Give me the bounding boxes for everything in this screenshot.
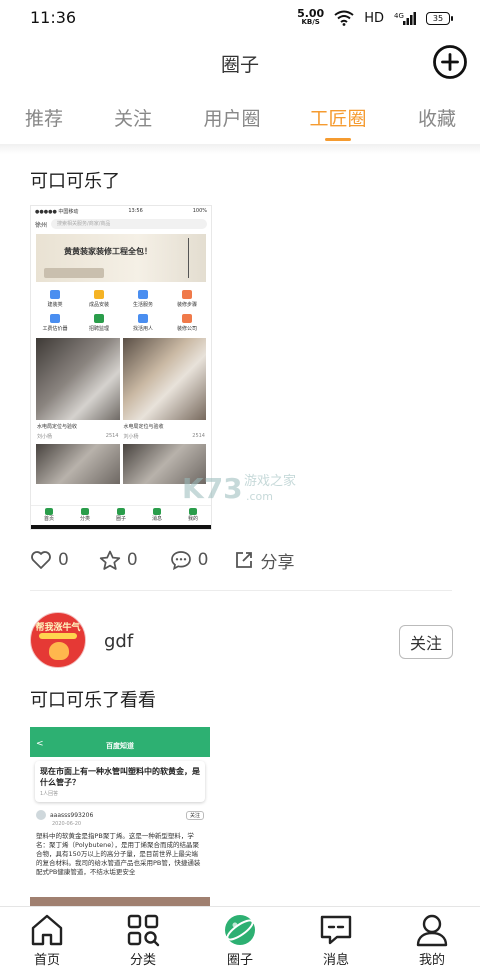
favorite-count: 0: [126, 550, 138, 570]
plus-circle-icon[interactable]: [432, 44, 468, 80]
image-banner: 黄黄装家装修工程全包！: [36, 234, 206, 282]
share-button[interactable]: 分享: [234, 548, 294, 573]
title-bar: 圈子: [0, 40, 480, 84]
wifi-icon: [334, 10, 354, 26]
net-speed: 5.00 KB/S: [297, 7, 325, 26]
home-icon: [31, 914, 63, 946]
image-answer-text: 塑料中的软黄金是指PB聚丁烯。这是一种新型塑料，学名：聚丁烯（Polybuten…: [36, 832, 201, 876]
message-icon: [320, 915, 352, 945]
nav-home[interactable]: 首页: [12, 913, 82, 968]
tab-craftsman-circle[interactable]: 工匠圈: [309, 104, 366, 131]
user-icon: [416, 914, 448, 947]
circle-planet-icon: [225, 915, 255, 945]
svg-text:.com: .com: [246, 490, 273, 503]
image-search-bar: 徐州 搜索相关服务/商家/商品: [31, 216, 211, 232]
comment-button[interactable]: 0: [170, 550, 209, 570]
comment-count: 0: [197, 550, 209, 570]
svg-text:4G: 4G: [394, 12, 404, 20]
status-bar: 11:36 5.00 KB/S HD 4G 35: [0, 0, 480, 36]
signal-icon: 4G: [394, 12, 416, 25]
tab-following[interactable]: 关注: [114, 104, 152, 131]
active-tab-indicator: [325, 138, 351, 141]
image-cards: 水电局定位与验收 刘小杨 2514 水电局定位与验收 刘小杨 2514: [31, 332, 211, 440]
post-text: 可口可乐了看看: [30, 690, 156, 711]
image-app-header: < 百度知道: [30, 727, 210, 757]
nav-profile[interactable]: 我的: [397, 913, 467, 968]
post-text: 可口可乐了: [30, 171, 120, 192]
share-label: 分享: [260, 552, 295, 573]
status-icons: 5.00 KB/S HD 4G 35: [297, 7, 453, 28]
nav-messages[interactable]: 消息: [301, 913, 371, 968]
tab-favorites[interactable]: 收藏: [418, 104, 456, 131]
image-category-grid: 建装类 成品安装 生活服务 装修步骤 工费估价器 招聘监理 找活用人 装修公司: [31, 284, 211, 332]
like-count: 0: [58, 550, 69, 570]
star-icon: [99, 550, 120, 570]
like-button[interactable]: 0: [30, 550, 69, 570]
bottom-nav: 首页 分类 圈子 消息 我的: [0, 906, 480, 975]
circle-tabs: 推荐 关注 用户圈 工匠圈 收藏: [0, 96, 480, 144]
post-image[interactable]: < 百度知道 现在市面上有一种水管叫塑料中的软黄金，是什么管子？ 1人回答 aa…: [30, 727, 210, 907]
tabs-divider: [0, 144, 480, 154]
category-icon: [127, 914, 160, 947]
page-title: 圈子: [220, 54, 259, 76]
heart-icon: [31, 551, 51, 569]
watermark-logo: K73 游戏之家 .com: [182, 472, 296, 505]
nav-category[interactable]: 分类: [108, 913, 178, 968]
network-type-label: HD: [364, 10, 384, 26]
share-icon: [236, 552, 253, 568]
tab-recommend[interactable]: 推荐: [25, 104, 63, 131]
comment-icon: [170, 551, 191, 570]
follow-button[interactable]: 关注: [399, 625, 453, 659]
image-status-bar: ●●●●● 中国移动 13:56 100%: [35, 208, 207, 215]
avatar[interactable]: 帮我涨牛气: [30, 612, 86, 668]
post-actions: 0 0 0 分享: [30, 546, 294, 574]
nav-circle[interactable]: 圈子: [205, 913, 275, 968]
svg-text:K73: K73: [182, 472, 243, 505]
status-time: 11:36: [30, 8, 77, 27]
battery-icon: 35: [426, 11, 453, 25]
username[interactable]: gdf: [104, 631, 133, 652]
post-divider: [30, 590, 452, 591]
image-question-card: 现在市面上有一种水管叫塑料中的软黄金，是什么管子？ 1人回答: [35, 761, 205, 802]
svg-text:游戏之家: 游戏之家: [244, 473, 296, 489]
tab-user-circle[interactable]: 用户圈: [203, 104, 260, 131]
favorite-button[interactable]: 0: [99, 550, 138, 571]
